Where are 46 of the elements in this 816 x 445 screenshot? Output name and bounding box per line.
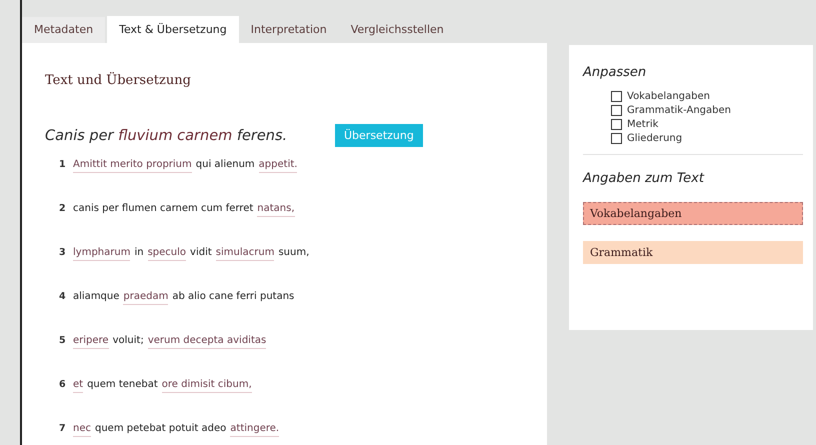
checkbox-label[interactable]: Gliederung	[627, 132, 682, 145]
checkbox-label[interactable]: Metrik	[627, 118, 658, 131]
poem-title: Canis per fluvium carnem ferens.	[45, 128, 288, 144]
verse-text: quem tenebat	[87, 379, 158, 392]
annotated-word[interactable]: nec	[73, 423, 91, 437]
annotated-word[interactable]: verum decepta aviditas	[148, 335, 266, 349]
checkbox[interactable]	[611, 91, 622, 102]
line-number: 6	[59, 379, 67, 390]
annotated-word[interactable]: natans,	[257, 203, 295, 217]
annotated-word[interactable]: attingere.	[230, 423, 280, 437]
line-number: 5	[59, 335, 67, 346]
annotated-word[interactable]: Amittit merito proprium	[73, 159, 192, 173]
line-number: 3	[59, 247, 67, 258]
verse-text: ab alio cane ferri putans	[172, 291, 294, 304]
info-item[interactable]: Vokabelangaben	[583, 202, 803, 225]
tab[interactable]: Text & Übersetzung	[107, 16, 239, 43]
checkbox[interactable]	[611, 133, 622, 144]
line-number: 2	[59, 203, 67, 214]
verse-text: qui alienum	[196, 159, 255, 172]
verse-text: canis per flumen carnem cum ferret	[73, 203, 254, 216]
verse-text: quem petebat potuit adeo	[95, 423, 226, 436]
verse-text: vidit	[190, 247, 212, 260]
line-number: 1	[59, 159, 67, 170]
checkbox-label[interactable]: Grammatik-Angaben	[627, 104, 731, 117]
annotated-word[interactable]: praedam	[123, 291, 168, 305]
panel-title: Angaben zum Text	[583, 171, 706, 186]
annotated-word[interactable]: appetit.	[258, 159, 298, 173]
section-heading: Text und Übersetzung	[45, 73, 192, 88]
verse-text: voluit;	[112, 335, 144, 348]
checkbox-label[interactable]: Vokabelangaben	[627, 90, 710, 103]
checkbox[interactable]	[611, 105, 622, 116]
annotated-word[interactable]: simulacrum	[216, 247, 274, 261]
line-number: 7	[59, 423, 67, 434]
line-number: 4	[59, 291, 67, 302]
verse-text: suum,	[278, 247, 310, 260]
verse-text: in	[134, 247, 144, 260]
annotated-word[interactable]: et	[73, 379, 84, 393]
checkbox[interactable]	[611, 119, 622, 130]
panel-title: Anpassen	[583, 65, 648, 80]
annotated-word[interactable]: ore dimisit cibum,	[162, 379, 252, 393]
tab[interactable]: Metadaten	[22, 17, 106, 43]
verse-text: aliamque	[73, 291, 120, 304]
info-item[interactable]: Grammatik	[583, 241, 803, 264]
annotated-word[interactable]: lympharum	[73, 247, 130, 261]
annotated-word[interactable]: eripere	[73, 335, 109, 349]
annotated-word[interactable]: speculo	[148, 247, 186, 261]
